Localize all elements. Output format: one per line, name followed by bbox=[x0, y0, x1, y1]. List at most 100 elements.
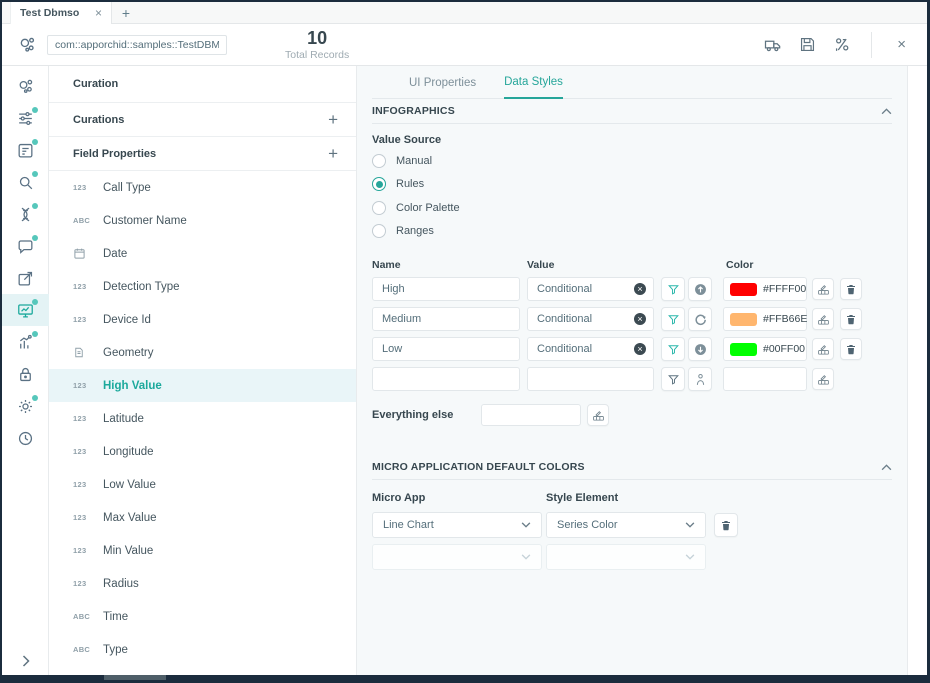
filter-button[interactable] bbox=[661, 307, 685, 331]
micro-app-select[interactable]: Line Chart bbox=[372, 512, 542, 538]
rule-direction-button[interactable] bbox=[688, 307, 712, 331]
radio-selected-icon[interactable] bbox=[372, 177, 386, 191]
new-tab-button[interactable]: + bbox=[112, 2, 140, 23]
everything-else-color-input[interactable] bbox=[481, 404, 581, 426]
sidebar-item-analytics[interactable] bbox=[2, 326, 49, 358]
field-item-date[interactable]: Date bbox=[49, 237, 356, 270]
field-item-detection-type[interactable]: 123 Detection Type bbox=[49, 270, 356, 303]
color-picker-button[interactable] bbox=[587, 404, 609, 426]
radio-color-palette[interactable]: Color Palette bbox=[372, 196, 892, 220]
color-picker-button[interactable] bbox=[812, 338, 834, 360]
field-item-time[interactable]: ABC Time bbox=[49, 600, 356, 633]
filter-button[interactable] bbox=[661, 277, 685, 301]
filter-button[interactable] bbox=[661, 337, 685, 361]
tab-close-icon[interactable]: × bbox=[95, 7, 102, 19]
field-item-type[interactable]: ABC Type bbox=[49, 633, 356, 666]
properties-tabs: UI Properties Data Styles bbox=[372, 66, 892, 99]
tab-test-dbmso[interactable]: Test Dbmso × bbox=[10, 2, 112, 24]
rule-value-field[interactable]: Conditional × bbox=[527, 277, 654, 301]
export-truck-icon[interactable] bbox=[763, 35, 783, 55]
field-item-geometry[interactable]: Geometry bbox=[49, 336, 356, 369]
collapse-icon[interactable] bbox=[881, 464, 892, 471]
save-icon[interactable] bbox=[798, 35, 817, 54]
radio-manual[interactable]: Manual bbox=[372, 149, 892, 173]
tab-data-styles[interactable]: Data Styles bbox=[504, 76, 563, 99]
rule-name-input[interactable] bbox=[372, 277, 520, 301]
field-item-high-value[interactable]: 123 High Value bbox=[49, 369, 356, 402]
field-item-radius[interactable]: 123 Radius bbox=[49, 567, 356, 600]
style-element-select[interactable]: Series Color bbox=[546, 512, 706, 538]
dataset-id-input[interactable] bbox=[47, 35, 227, 55]
color-field[interactable]: #00FF00 bbox=[723, 337, 807, 361]
workflow-icon[interactable] bbox=[832, 35, 852, 55]
rule-name-input[interactable] bbox=[372, 337, 520, 361]
rule-name-input[interactable] bbox=[372, 367, 520, 391]
clear-value-icon[interactable]: × bbox=[634, 283, 646, 295]
radio-ranges[interactable]: Ranges bbox=[372, 220, 892, 244]
rule-direction-button[interactable] bbox=[688, 277, 712, 301]
notification-dot bbox=[32, 331, 38, 337]
sidebar-item-dna[interactable] bbox=[2, 198, 49, 230]
delete-button[interactable] bbox=[714, 513, 738, 537]
radio-icon[interactable] bbox=[372, 201, 386, 215]
field-item-max-value[interactable]: 123 Max Value bbox=[49, 501, 356, 534]
sidebar-item-settings[interactable] bbox=[2, 390, 49, 422]
sidebar-item-comments[interactable] bbox=[2, 230, 49, 262]
field-item-latitude[interactable]: 123 Latitude bbox=[49, 402, 356, 435]
color-field[interactable] bbox=[723, 367, 807, 391]
radio-icon[interactable] bbox=[372, 154, 386, 168]
collapse-icon[interactable] bbox=[881, 108, 892, 115]
sidebar-item-edit[interactable] bbox=[2, 262, 49, 294]
close-icon[interactable]: × bbox=[891, 36, 912, 53]
field-item-customer-name[interactable]: ABC Customer Name bbox=[49, 204, 356, 237]
sidebar-item-security[interactable] bbox=[2, 358, 49, 390]
field-item-low-value[interactable]: 123 Low Value bbox=[49, 468, 356, 501]
sidebar-item-form[interactable] bbox=[2, 134, 49, 166]
color-picker-button[interactable] bbox=[812, 308, 834, 330]
rule-direction-button[interactable] bbox=[688, 367, 712, 391]
curation-title: Curation bbox=[73, 78, 118, 90]
color-hex: #FFFF00 bbox=[763, 283, 806, 295]
color-field[interactable]: #FFFF00 bbox=[723, 277, 807, 301]
clear-value-icon[interactable]: × bbox=[634, 343, 646, 355]
add-curation-button[interactable]: + bbox=[328, 111, 338, 128]
color-picker-button[interactable] bbox=[812, 368, 834, 390]
style-element-select[interactable] bbox=[546, 544, 706, 570]
field-item-min-value[interactable]: 123 Min Value bbox=[49, 534, 356, 567]
rule-value-field[interactable]: Conditional × bbox=[527, 307, 654, 331]
rule-value-field[interactable] bbox=[527, 367, 654, 391]
field-item-call-type[interactable]: 123 Call Type bbox=[49, 171, 356, 204]
filter-button[interactable] bbox=[661, 367, 685, 391]
field-item-longitude[interactable]: 123 Longitude bbox=[49, 435, 356, 468]
rule-value-field[interactable]: Conditional × bbox=[527, 337, 654, 361]
field-item-device-id[interactable]: 123 Device Id bbox=[49, 303, 356, 336]
sidebar-item-search[interactable] bbox=[2, 166, 49, 198]
rule-name-input[interactable] bbox=[372, 307, 520, 331]
micro-app-select[interactable] bbox=[372, 544, 542, 570]
arrow-up-circle-icon bbox=[693, 282, 708, 297]
sidebar-item-filters[interactable] bbox=[2, 102, 49, 134]
color-picker-button[interactable] bbox=[812, 278, 834, 300]
horizontal-scrollbar-thumb[interactable] bbox=[104, 675, 166, 680]
sidebar-item-history[interactable] bbox=[2, 422, 49, 454]
sidebar-item-data-model[interactable] bbox=[2, 70, 49, 102]
micro-color-row-empty bbox=[372, 544, 892, 570]
tab-ui-properties[interactable]: UI Properties bbox=[409, 77, 476, 98]
delete-button[interactable] bbox=[840, 308, 862, 330]
scrollbar-track[interactable] bbox=[907, 66, 927, 675]
micro-colors-title: MICRO APPLICATION DEFAULT COLORS bbox=[372, 461, 585, 473]
add-field-property-button[interactable]: + bbox=[328, 145, 338, 162]
radio-rules[interactable]: Rules bbox=[372, 173, 892, 197]
person-icon bbox=[693, 372, 708, 387]
column-name: Name bbox=[372, 259, 527, 271]
sidebar-expand-button[interactable] bbox=[2, 655, 49, 667]
sidebar-item-micro-apps[interactable] bbox=[2, 294, 49, 326]
delete-button[interactable] bbox=[840, 278, 862, 300]
color-field[interactable]: #FFB66E bbox=[723, 307, 807, 331]
curation-header: Curation bbox=[49, 66, 356, 103]
delete-button[interactable] bbox=[840, 338, 862, 360]
clear-value-icon[interactable]: × bbox=[634, 313, 646, 325]
radio-icon[interactable] bbox=[372, 224, 386, 238]
trash-icon bbox=[845, 313, 857, 326]
rule-direction-button[interactable] bbox=[688, 337, 712, 361]
